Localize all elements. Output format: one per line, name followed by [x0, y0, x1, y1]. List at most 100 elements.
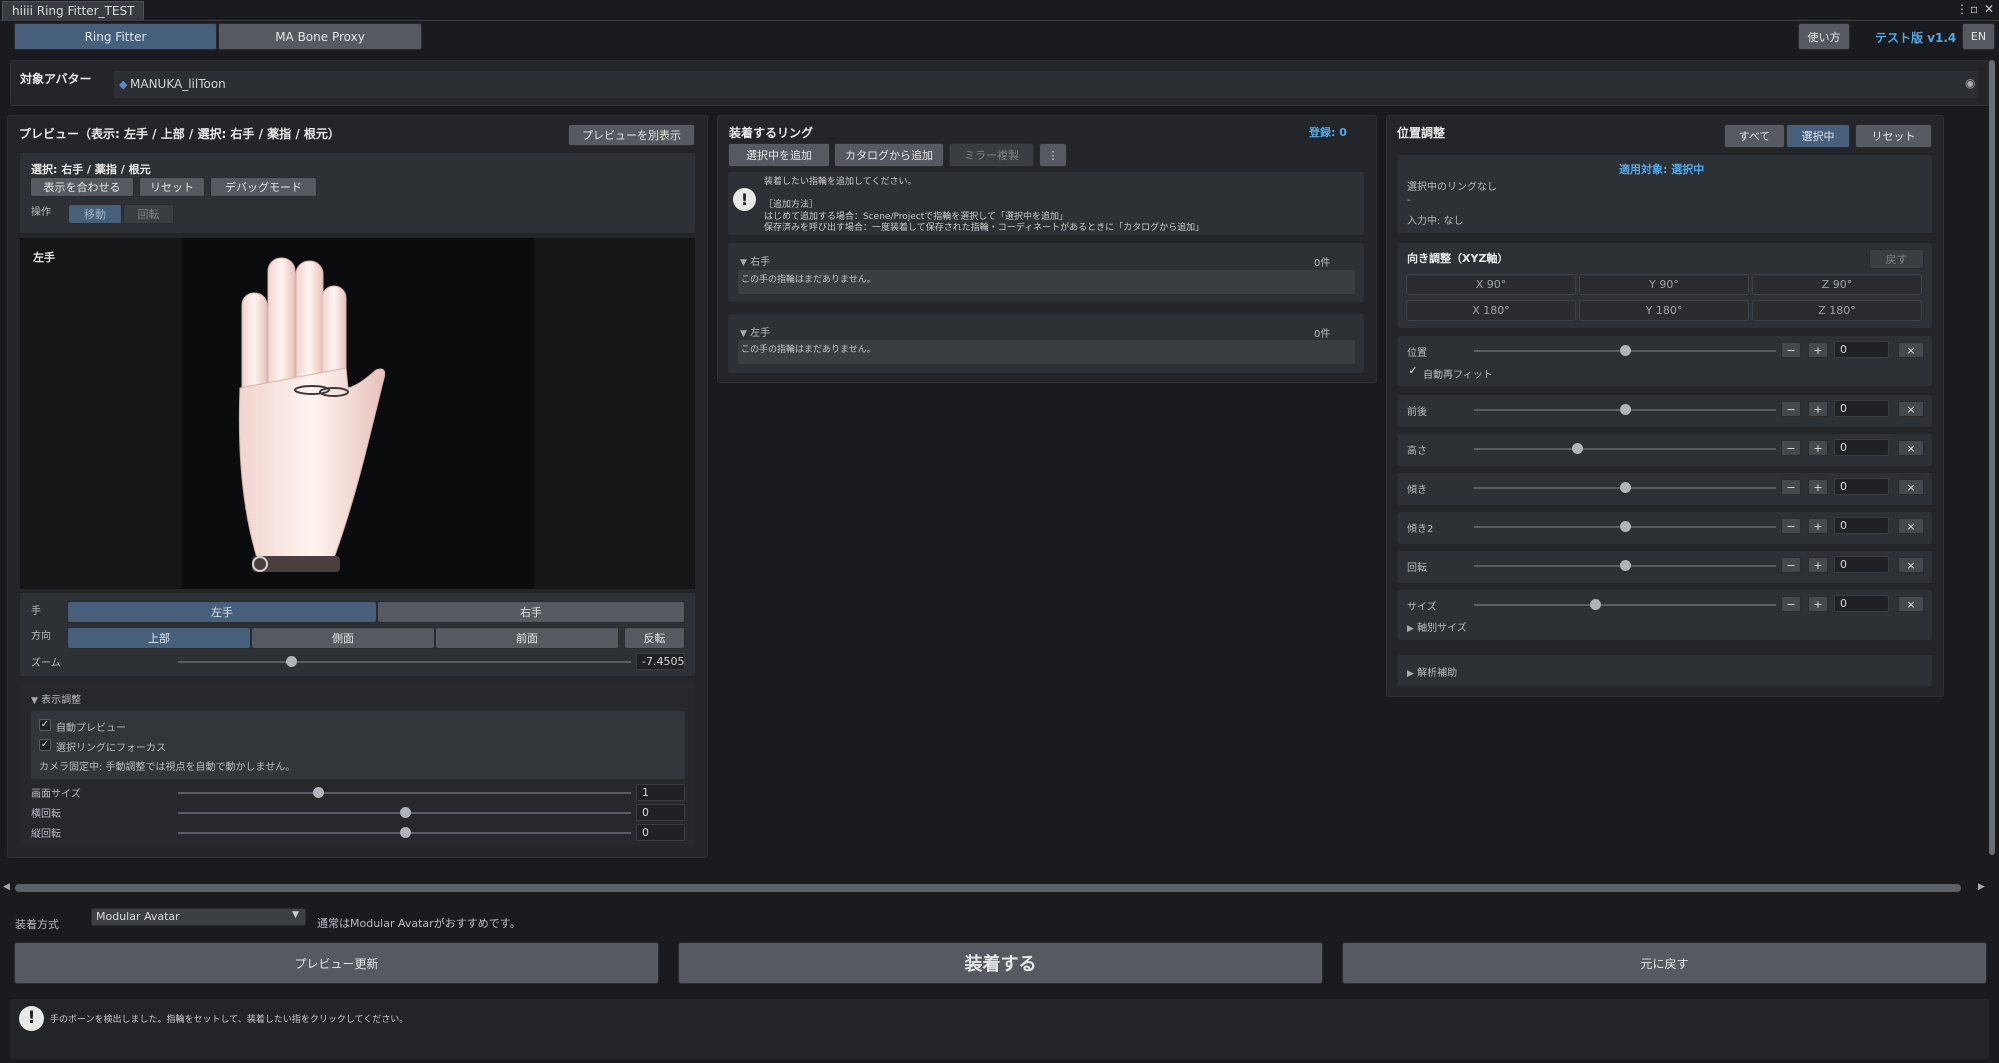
- tilt-field[interactable]: 0: [1834, 478, 1889, 495]
- display-adjust-header[interactable]: 表示調整: [41, 695, 81, 706]
- left-hand-label[interactable]: 左手: [750, 328, 770, 339]
- window-tab[interactable]: hiiii Ring Fitter_TEST: [2, 1, 145, 21]
- target-selected-button[interactable]: 選択中: [1786, 124, 1850, 148]
- zoom-value-field[interactable]: -7.4505: [636, 653, 685, 670]
- pos-clear-button[interactable]: ×: [1898, 342, 1924, 358]
- fb-field[interactable]: 0: [1834, 400, 1889, 417]
- pos-slider[interactable]: [1474, 345, 1776, 356]
- h-plus-button[interactable]: +: [1808, 440, 1828, 456]
- vertical-scrollbar[interactable]: [1989, 60, 1995, 855]
- pos-minus-button[interactable]: −: [1781, 342, 1801, 358]
- language-button[interactable]: EN: [1962, 23, 1995, 50]
- size-plus-button[interactable]: +: [1808, 596, 1828, 612]
- h-knob[interactable]: [1571, 443, 1583, 454]
- right-hand-label[interactable]: 右手: [750, 257, 770, 268]
- mirror-copy-button[interactable]: ミラー複製: [949, 143, 1034, 167]
- right-hand-arrow-icon[interactable]: ▼: [740, 258, 747, 268]
- method-dropdown[interactable]: Modular Avatar ▼: [91, 908, 306, 926]
- preview-update-button[interactable]: プレビュー更新: [14, 942, 659, 984]
- screen-size-slider[interactable]: [178, 787, 631, 798]
- revert-button[interactable]: 元に戻す: [1342, 942, 1987, 984]
- h-clear-button[interactable]: ×: [1898, 440, 1924, 456]
- preview-reset-button[interactable]: リセット: [139, 177, 205, 197]
- tab-ring-fitter[interactable]: Ring Fitter: [14, 23, 217, 50]
- tilt-knob[interactable]: [1620, 482, 1631, 493]
- size-knob[interactable]: [1589, 599, 1601, 610]
- pos-plus-button[interactable]: +: [1808, 342, 1828, 358]
- hrot-slider[interactable]: [178, 807, 631, 818]
- x180-button[interactable]: X 180°: [1406, 300, 1576, 321]
- tilt-clear-button[interactable]: ×: [1898, 479, 1924, 495]
- hrot-field[interactable]: 0: [636, 804, 685, 821]
- z180-button[interactable]: Z 180°: [1752, 300, 1922, 321]
- fb-slider[interactable]: [1474, 404, 1776, 415]
- y90-button[interactable]: Y 90°: [1579, 274, 1749, 295]
- size-slider[interactable]: [1474, 599, 1776, 610]
- auto-preview-checkbox[interactable]: ✓: [39, 719, 51, 731]
- window-menu-icon[interactable]: ⋮: [1956, 2, 1968, 16]
- tilt-slider[interactable]: [1474, 482, 1776, 493]
- tilt2-clear-button[interactable]: ×: [1898, 518, 1924, 534]
- hrot-knob[interactable]: [399, 807, 411, 818]
- rot-slider[interactable]: [1474, 560, 1776, 571]
- axis-size-arrow-icon[interactable]: ▶: [1407, 624, 1414, 634]
- direction-front-button[interactable]: 前面: [435, 627, 619, 649]
- analysis-label[interactable]: 解析補助: [1417, 668, 1457, 679]
- orientation-back-button[interactable]: 戻す: [1869, 249, 1924, 269]
- screen-size-field[interactable]: 1: [636, 784, 685, 801]
- size-clear-button[interactable]: ×: [1898, 596, 1924, 612]
- horizontal-scrollbar[interactable]: [15, 884, 1961, 892]
- size-field[interactable]: 0: [1834, 595, 1889, 612]
- rot-clear-button[interactable]: ×: [1898, 557, 1924, 573]
- fb-clear-button[interactable]: ×: [1898, 401, 1924, 417]
- vrot-knob[interactable]: [399, 827, 411, 838]
- rot-knob[interactable]: [1620, 560, 1631, 571]
- size-minus-button[interactable]: −: [1781, 596, 1801, 612]
- fb-plus-button[interactable]: +: [1808, 401, 1828, 417]
- object-picker-icon[interactable]: ◉: [1965, 76, 1975, 90]
- preview-separate-button[interactable]: プレビューを別表示: [568, 124, 695, 146]
- analysis-arrow-icon[interactable]: ▶: [1407, 669, 1414, 679]
- tilt2-knob[interactable]: [1620, 521, 1631, 532]
- left-hand-arrow-icon[interactable]: ▼: [740, 329, 747, 339]
- help-button[interactable]: 使い方: [1798, 23, 1850, 50]
- collapse-arrow-icon[interactable]: ▼: [31, 696, 38, 706]
- operation-rotate-button[interactable]: 回転: [123, 204, 174, 224]
- fit-view-button[interactable]: 表示を合わせる: [30, 177, 134, 197]
- tilt2-field[interactable]: 0: [1834, 517, 1889, 534]
- flip-button[interactable]: 反転: [624, 627, 685, 649]
- debug-mode-button[interactable]: デバッグモード: [210, 177, 317, 197]
- auto-refit-checkbox[interactable]: ✓: [1407, 365, 1419, 378]
- rot-minus-button[interactable]: −: [1781, 557, 1801, 573]
- h-field[interactable]: 0: [1834, 439, 1889, 456]
- axis-size-label[interactable]: 軸別サイズ: [1417, 623, 1467, 634]
- window-maximize-icon[interactable]: ▫: [1970, 2, 1978, 16]
- add-catalog-button[interactable]: カタログから追加: [834, 143, 944, 167]
- equip-button[interactable]: 装着する: [678, 942, 1323, 984]
- direction-top-button[interactable]: 上部: [67, 627, 251, 649]
- target-all-button[interactable]: すべて: [1724, 124, 1785, 148]
- rot-plus-button[interactable]: +: [1808, 557, 1828, 573]
- window-close-icon[interactable]: ✕: [1984, 2, 1994, 16]
- add-selected-button[interactable]: 選択中を追加: [728, 143, 830, 167]
- scroll-left-icon[interactable]: ◀: [3, 882, 10, 892]
- focus-ring-checkbox[interactable]: ✓: [39, 739, 51, 751]
- tilt2-plus-button[interactable]: +: [1808, 518, 1828, 534]
- fb-knob[interactable]: [1620, 404, 1631, 415]
- tilt2-minus-button[interactable]: −: [1781, 518, 1801, 534]
- z90-button[interactable]: Z 90°: [1752, 274, 1922, 295]
- direction-side-button[interactable]: 側面: [251, 627, 435, 649]
- h-slider[interactable]: [1474, 443, 1776, 454]
- operation-move-button[interactable]: 移動: [68, 204, 122, 224]
- hand-left-button[interactable]: 左手: [67, 601, 377, 623]
- h-minus-button[interactable]: −: [1781, 440, 1801, 456]
- avatar-field[interactable]: [114, 71, 1978, 98]
- tilt2-slider[interactable]: [1474, 521, 1776, 532]
- y180-button[interactable]: Y 180°: [1579, 300, 1749, 321]
- pos-field[interactable]: 0: [1834, 341, 1889, 358]
- hand-right-button[interactable]: 右手: [377, 601, 685, 623]
- vrot-field[interactable]: 0: [636, 824, 685, 841]
- zoom-slider[interactable]: [178, 656, 631, 667]
- more-icon[interactable]: ⋮: [1039, 143, 1067, 167]
- tilt-plus-button[interactable]: +: [1808, 479, 1828, 495]
